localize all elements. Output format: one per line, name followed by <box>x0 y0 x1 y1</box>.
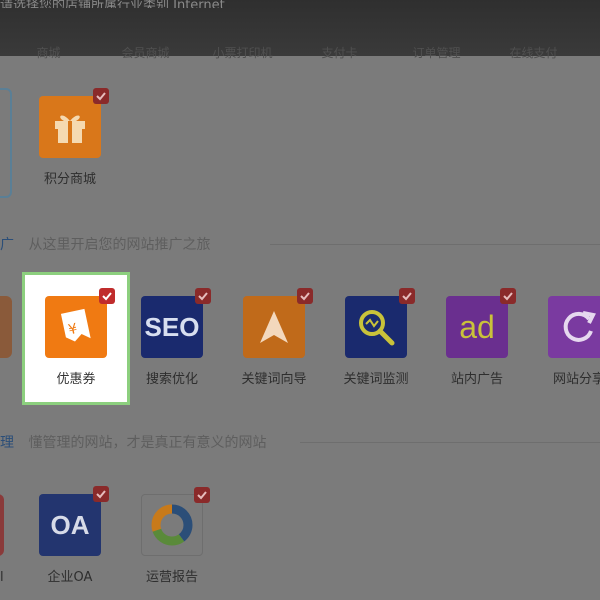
report-ring-icon <box>141 487 210 556</box>
app-points-mall[interactable]: 积分商城 <box>30 88 110 187</box>
tab-item[interactable]: 会员商城 <box>97 44 194 64</box>
app-label: 运营报告 <box>145 570 198 585</box>
partial-app-tile[interactable] <box>0 296 12 358</box>
checked-icon[interactable] <box>399 288 415 304</box>
app-label: 网站分享 <box>552 372 600 387</box>
checked-icon[interactable] <box>93 486 109 502</box>
app-seo[interactable]: SEO 搜索优化 <box>132 288 212 387</box>
checked-icon[interactable] <box>99 288 115 304</box>
seo-icon: SEO <box>141 288 211 358</box>
app-site-ads[interactable]: ad 站内广告 <box>437 288 517 387</box>
ad-icon: ad <box>446 288 516 358</box>
partial-app-tile[interactable] <box>0 88 12 198</box>
tab-item[interactable]: 支付卡 <box>291 44 388 64</box>
section-divider <box>300 442 600 443</box>
tab-item[interactable]: 小票打印机 <box>194 44 291 64</box>
app-label: 关键词向导 <box>241 372 307 387</box>
header-title: 请选择您的店铺所属行业类别 Internet <box>0 0 225 8</box>
tab-item[interactable]: 在线支付 <box>485 44 582 64</box>
gift-icon <box>39 88 109 158</box>
magnifier-icon <box>345 288 415 358</box>
app-coupon[interactable]: ¥ 优惠券 <box>36 288 116 387</box>
section-divider <box>270 244 600 245</box>
coupon-icon: ¥ <box>45 288 115 358</box>
category-tabs: 商城 会员商城 小票打印机 支付卡 订单管理 在线支付 <box>0 44 600 64</box>
share-icon <box>548 296 600 358</box>
app-label: 企业OA <box>47 570 93 585</box>
app-operations-report[interactable]: 运营报告 <box>132 487 212 585</box>
checked-icon[interactable] <box>500 288 516 304</box>
app-keyword-guide[interactable]: 关键词向导 <box>234 288 314 387</box>
app-label: 关键词监测 <box>343 372 409 387</box>
app-site-share[interactable]: 网站分享 <box>539 296 600 387</box>
app-label: 优惠券 <box>56 372 96 387</box>
checked-icon[interactable] <box>194 487 210 503</box>
tab-item[interactable]: 订单管理 <box>388 44 485 64</box>
app-label: 积分商城 <box>43 172 96 187</box>
section-heading-promo: 广 从这里开启您的网站推广之旅 <box>0 237 211 253</box>
app-keyword-monitor[interactable]: 关键词监测 <box>336 288 416 387</box>
checked-icon[interactable] <box>93 88 109 104</box>
app-label: 搜索优化 <box>145 372 198 387</box>
app-label: 站内广告 <box>450 372 503 387</box>
partial-app-label: l <box>0 570 4 585</box>
oa-icon: OA <box>39 486 109 556</box>
section-heading-manage: 理 懂管理的网站，才是真正有意义的网站 <box>0 435 267 451</box>
app-enterprise-oa[interactable]: OA 企业OA <box>30 486 110 585</box>
tab-item[interactable]: 商城 <box>0 44 97 64</box>
partial-app-tile[interactable] <box>0 494 4 556</box>
checked-icon[interactable] <box>297 288 313 304</box>
checked-icon[interactable] <box>195 288 211 304</box>
arrow-nav-icon <box>243 288 313 358</box>
